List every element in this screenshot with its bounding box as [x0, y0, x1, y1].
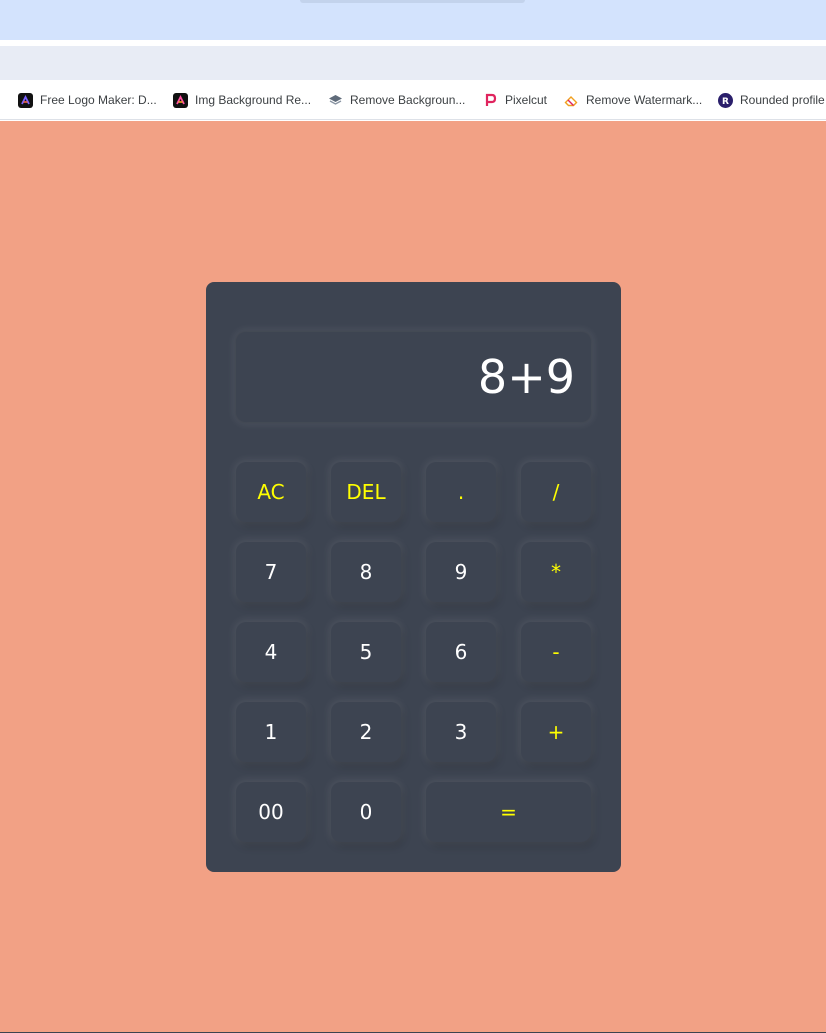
digit-4-button[interactable]: 4 — [236, 622, 306, 682]
divide-button[interactable]: / — [521, 462, 591, 522]
bookmark-label: Remove Backgroun... — [350, 93, 466, 107]
bookmark-label: Rounded profile — [740, 93, 825, 107]
bookmark-remove-watermark[interactable]: Remove Watermark... — [564, 80, 703, 119]
pixelcut-icon — [483, 93, 498, 108]
multiply-button[interactable]: * — [521, 542, 591, 602]
digit-5-button[interactable]: 5 — [331, 622, 401, 682]
digit-0-button[interactable]: 0 — [331, 782, 401, 842]
bookmark-label: Img Background Re... — [195, 93, 312, 107]
plus-button[interactable]: + — [521, 702, 591, 762]
bookmark-remove-background[interactable]: Remove Backgroun... — [328, 80, 466, 119]
bookmarks-bar: Free Logo Maker: D... Img Background Re.… — [0, 80, 826, 120]
digit-3-button[interactable]: 3 — [426, 702, 496, 762]
rounded-profile-icon: R — [718, 92, 733, 108]
bookmark-label: Pixelcut — [505, 93, 548, 107]
digit-7-button[interactable]: 7 — [236, 542, 306, 602]
delete-button[interactable]: DEL — [331, 462, 401, 522]
calculator: 8+9 AC DEL . / 7 8 9 * 4 5 6 - 1 2 3 + 0… — [206, 282, 621, 872]
bookmark-pixelcut[interactable]: Pixelcut — [483, 80, 548, 119]
digit-8-button[interactable]: 8 — [331, 542, 401, 602]
bookmark-label: Remove Watermark... — [586, 93, 703, 107]
layers-icon — [328, 93, 343, 108]
img-background-icon — [173, 92, 188, 108]
page-background: 8+9 AC DEL . / 7 8 9 * 4 5 6 - 1 2 3 + 0… — [0, 121, 826, 1032]
equals-button[interactable]: = — [426, 782, 591, 842]
calculator-display: 8+9 — [236, 332, 591, 422]
digit-6-button[interactable]: 6 — [426, 622, 496, 682]
logo-maker-icon — [18, 92, 33, 108]
digit-2-button[interactable]: 2 — [331, 702, 401, 762]
bookmark-img-background[interactable]: Img Background Re... — [173, 80, 312, 119]
double-zero-button[interactable]: 00 — [236, 782, 306, 842]
browser-tab-strip — [0, 0, 826, 40]
svg-text:R: R — [722, 97, 729, 107]
eraser-icon — [564, 93, 579, 108]
browser-toolbar — [0, 46, 826, 80]
active-tab-edge[interactable] — [300, 0, 525, 3]
digit-1-button[interactable]: 1 — [236, 702, 306, 762]
decimal-point-button[interactable]: . — [426, 462, 496, 522]
minus-button[interactable]: - — [521, 622, 591, 682]
bookmark-rounded-profile[interactable]: R Rounded profile — [718, 80, 825, 119]
bookmark-free-logo-maker[interactable]: Free Logo Maker: D... — [18, 80, 157, 119]
bookmark-label: Free Logo Maker: D... — [40, 93, 157, 107]
all-clear-button[interactable]: AC — [236, 462, 306, 522]
digit-9-button[interactable]: 9 — [426, 542, 496, 602]
